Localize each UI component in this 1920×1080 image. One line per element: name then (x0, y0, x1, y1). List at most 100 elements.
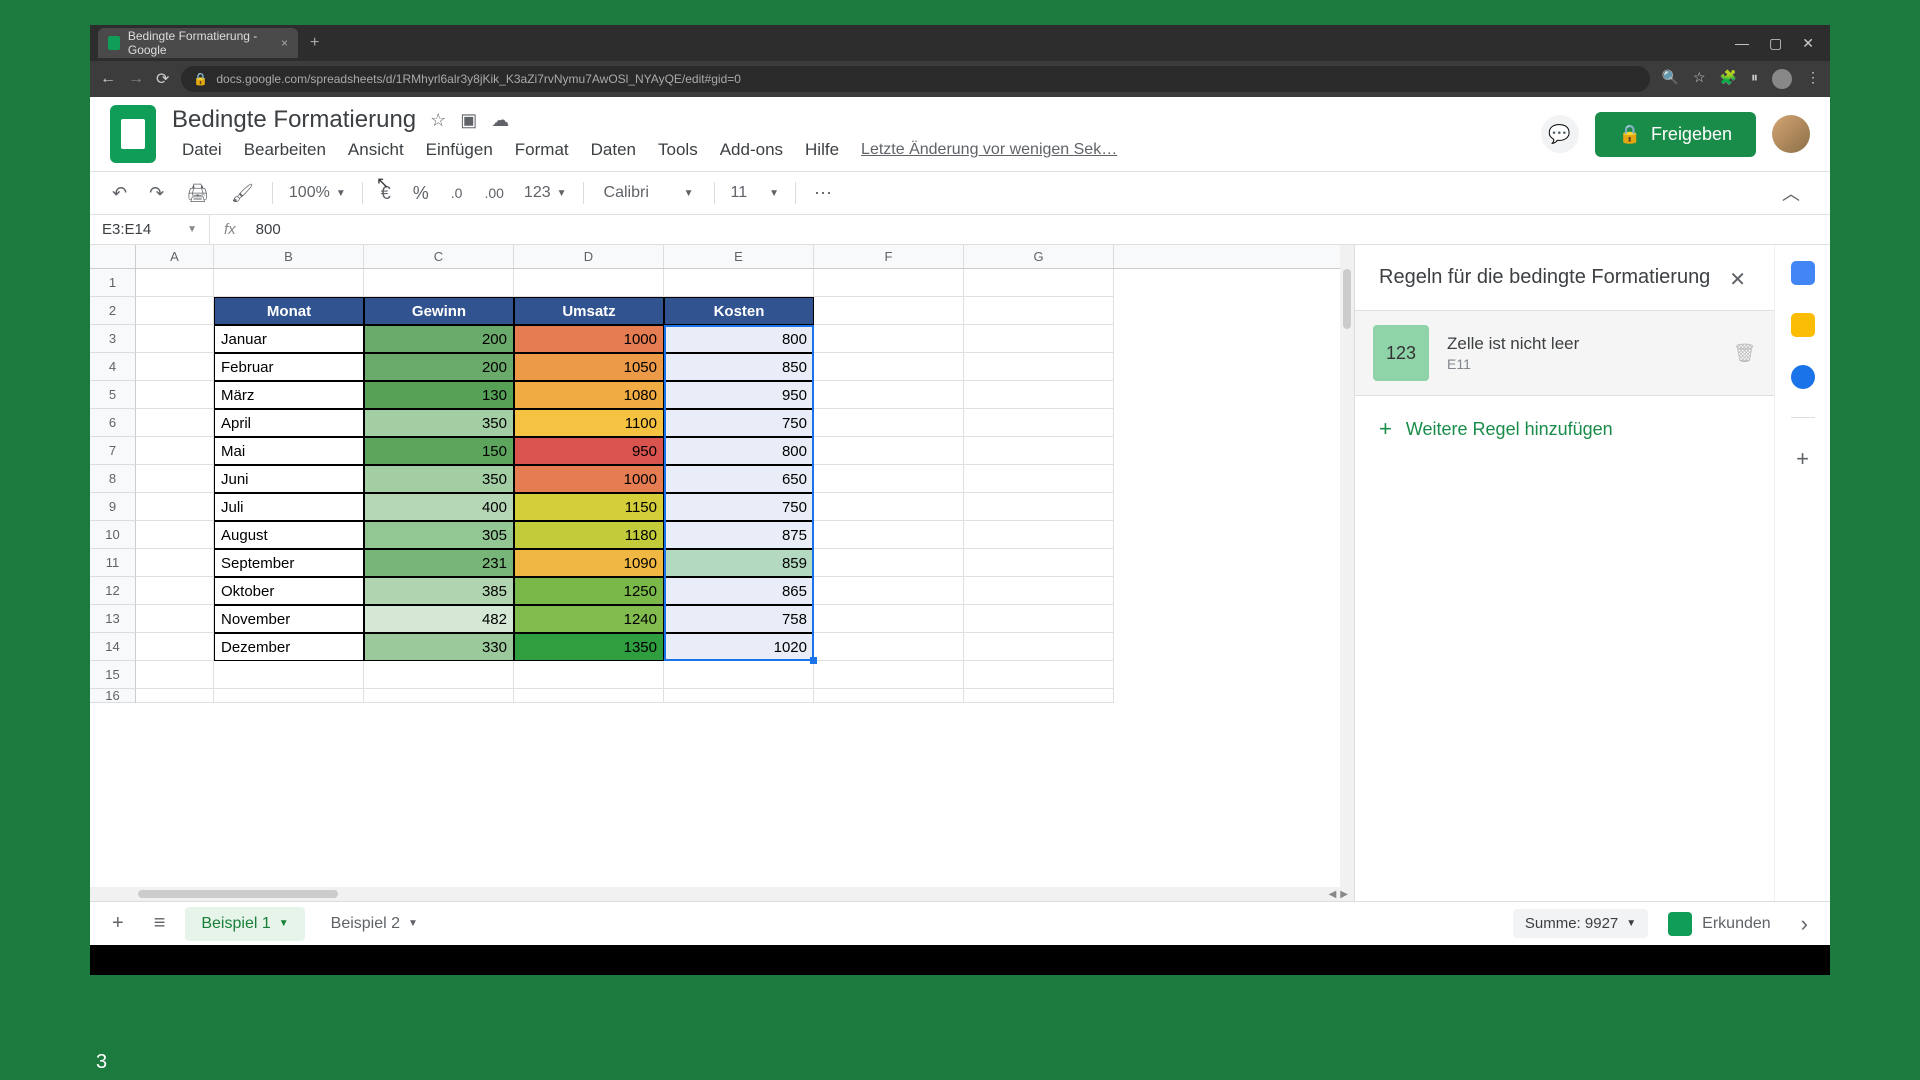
menu-addons[interactable]: Add-ons (710, 138, 793, 162)
column-header[interactable]: G (964, 245, 1114, 268)
reload-icon[interactable]: ⟳ (156, 69, 169, 89)
cell[interactable] (814, 493, 964, 521)
cell[interactable]: 859 (664, 549, 814, 577)
cell[interactable]: Februar (214, 353, 364, 381)
cell[interactable] (814, 689, 964, 703)
column-header[interactable]: F (814, 245, 964, 268)
cell[interactable]: 482 (364, 605, 514, 633)
cell[interactable]: Mai (214, 437, 364, 465)
column-header[interactable]: B (214, 245, 364, 268)
cell[interactable] (814, 297, 964, 325)
cell[interactable]: 950 (664, 381, 814, 409)
zoom-icon[interactable]: 🔍 (1662, 69, 1679, 89)
cell[interactable]: August (214, 521, 364, 549)
collapse-toolbar-icon[interactable]: ︿ (1766, 176, 1816, 210)
decrease-decimal-button[interactable]: .0 (443, 181, 471, 205)
cell[interactable]: 350 (364, 465, 514, 493)
cell[interactable] (814, 325, 964, 353)
profile-avatar-icon[interactable] (1772, 69, 1792, 89)
cell[interactable] (514, 269, 664, 297)
cell[interactable]: 1350 (514, 633, 664, 661)
cell[interactable]: 865 (664, 577, 814, 605)
cell[interactable]: Juni (214, 465, 364, 493)
cell[interactable] (814, 661, 964, 689)
row-header[interactable]: 3 (90, 325, 136, 353)
cell[interactable] (136, 549, 214, 577)
back-icon[interactable]: ← (100, 70, 116, 88)
pause-icon[interactable]: ⏸ (1751, 69, 1758, 89)
cell[interactable]: 1250 (514, 577, 664, 605)
cell[interactable]: 758 (664, 605, 814, 633)
row-header[interactable]: 8 (90, 465, 136, 493)
sheet-tab-2[interactable]: Beispiel 2▼ (315, 907, 434, 941)
sheet-tab-1[interactable]: Beispiel 1▼ (185, 907, 304, 941)
font-size-dropdown[interactable]: 11▼ (725, 184, 786, 202)
column-header[interactable]: C (364, 245, 514, 268)
cell[interactable]: 231 (364, 549, 514, 577)
cell[interactable]: 650 (664, 465, 814, 493)
print-icon[interactable]: 🖨 (178, 179, 217, 208)
cell[interactable]: Dezember (214, 633, 364, 661)
cell[interactable]: 1240 (514, 605, 664, 633)
cell[interactable] (136, 381, 214, 409)
browser-menu-icon[interactable]: ⋮ (1806, 69, 1820, 89)
cell[interactable]: April (214, 409, 364, 437)
cell[interactable]: 200 (364, 325, 514, 353)
redo-icon[interactable]: ↷ (141, 179, 172, 208)
cell[interactable]: Monat (214, 297, 364, 325)
paint-format-icon[interactable]: 🖌 (223, 179, 262, 208)
delete-rule-icon[interactable]: 🗑 (1733, 343, 1756, 364)
row-header[interactable]: 16 (90, 689, 136, 703)
document-title[interactable]: Bedingte Formatierung (172, 106, 416, 134)
cell[interactable] (964, 353, 1114, 381)
cell[interactable]: März (214, 381, 364, 409)
cell[interactable] (964, 269, 1114, 297)
menu-insert[interactable]: Einfügen (416, 138, 503, 162)
cell[interactable] (964, 493, 1114, 521)
star-outline-icon[interactable]: ☆ (430, 110, 446, 131)
cell[interactable] (136, 437, 214, 465)
cell[interactable] (136, 689, 214, 703)
cell[interactable] (136, 577, 214, 605)
cell[interactable] (136, 269, 214, 297)
sheets-logo-icon[interactable] (110, 105, 156, 163)
cell[interactable]: Juli (214, 493, 364, 521)
cell[interactable]: 1150 (514, 493, 664, 521)
cell[interactable] (964, 661, 1114, 689)
cell[interactable] (814, 465, 964, 493)
keep-icon[interactable] (1791, 313, 1815, 337)
increase-decimal-button[interactable]: .00 (476, 181, 511, 205)
column-header[interactable]: D (514, 245, 664, 268)
cell[interactable]: 750 (664, 493, 814, 521)
row-header[interactable]: 6 (90, 409, 136, 437)
cell[interactable] (214, 689, 364, 703)
cell[interactable] (136, 493, 214, 521)
cell[interactable]: 150 (364, 437, 514, 465)
cell[interactable]: 1020 (664, 633, 814, 661)
cell[interactable] (964, 521, 1114, 549)
cell[interactable] (214, 661, 364, 689)
move-folder-icon[interactable]: ▣ (460, 110, 477, 131)
cell[interactable]: 1100 (514, 409, 664, 437)
cell[interactable] (814, 577, 964, 605)
close-panel-icon[interactable]: ✕ (1725, 263, 1750, 296)
cell[interactable] (814, 437, 964, 465)
url-input[interactable]: 🔒 docs.google.com/spreadsheets/d/1RMhyrl… (181, 66, 1649, 92)
quicksum-dropdown[interactable]: Summe: 9927▼ (1513, 909, 1648, 938)
cell[interactable] (664, 269, 814, 297)
add-addon-icon[interactable]: + (1796, 446, 1809, 472)
row-header[interactable]: 4 (90, 353, 136, 381)
cell[interactable] (664, 689, 814, 703)
menu-format[interactable]: Format (505, 138, 579, 162)
cell[interactable]: Gewinn (364, 297, 514, 325)
row-header[interactable]: 10 (90, 521, 136, 549)
cell[interactable] (964, 437, 1114, 465)
cell[interactable] (964, 465, 1114, 493)
cell[interactable] (214, 269, 364, 297)
cell[interactable] (136, 465, 214, 493)
user-avatar[interactable] (1772, 115, 1810, 153)
cell[interactable]: 1180 (514, 521, 664, 549)
add-sheet-icon[interactable]: + (102, 906, 134, 941)
cell[interactable]: Kosten (664, 297, 814, 325)
cell[interactable] (964, 605, 1114, 633)
